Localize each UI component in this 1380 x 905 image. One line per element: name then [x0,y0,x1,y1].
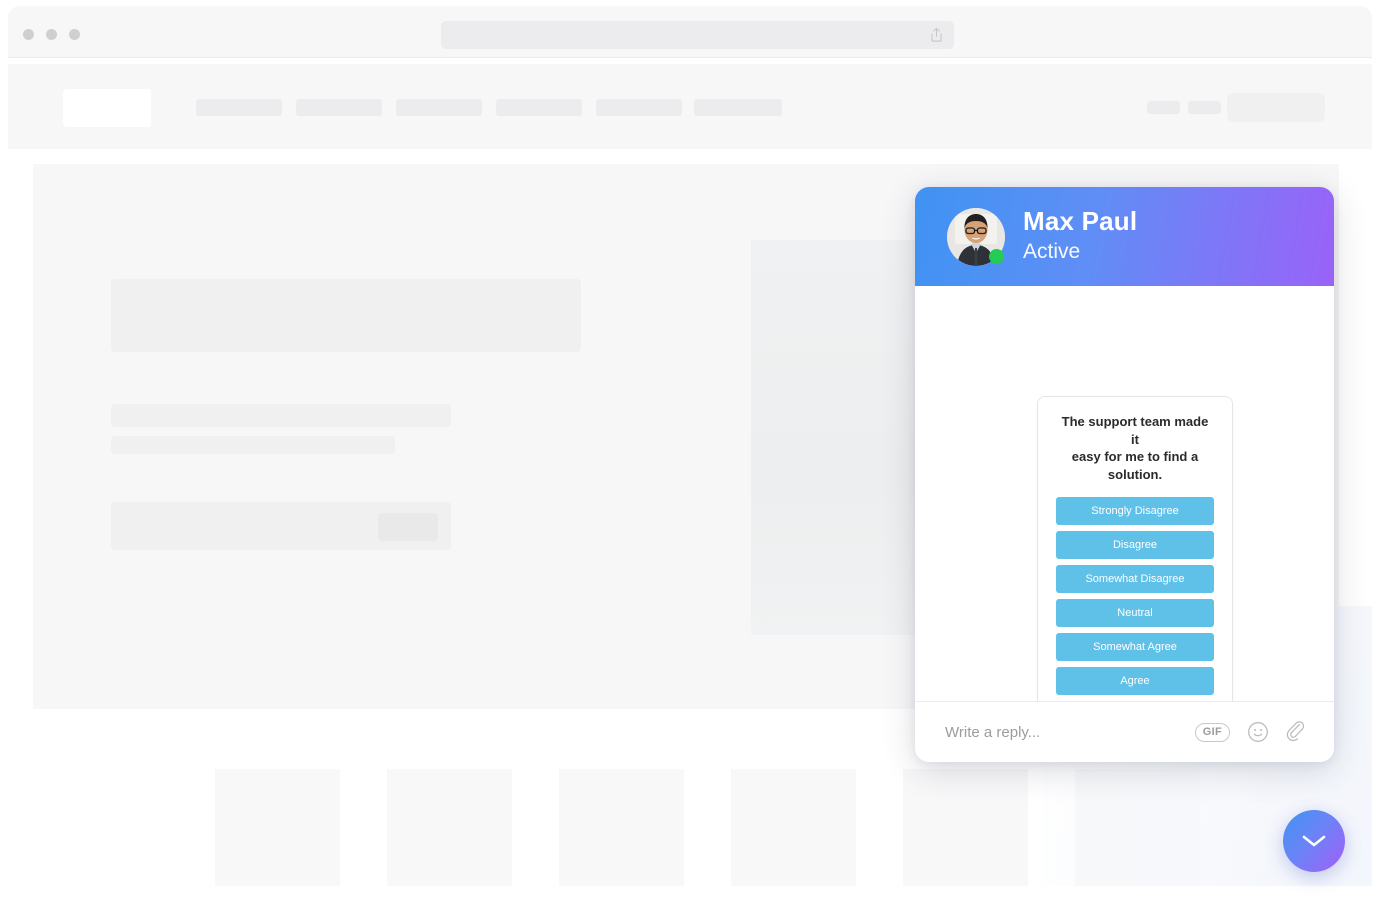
likert-option-neutral[interactable]: Neutral [1056,599,1214,628]
url-bar[interactable] [441,21,954,49]
online-status-dot [989,248,1004,264]
screenshot-root: Max Paul Active The support team made it… [0,0,1380,905]
likert-option-strongly-disagree[interactable]: Strongly Disagree [1056,497,1214,526]
gif-button[interactable]: GIF [1194,722,1230,742]
nav-utility-1[interactable] [1147,101,1180,114]
skeleton-card-4 [731,769,856,886]
site-navigation [8,64,1372,149]
emoji-smiley-icon[interactable] [1247,721,1269,743]
skeleton-card-6 [1075,769,1200,886]
reply-input[interactable]: Write a reply... [945,724,1195,741]
minimize-dot[interactable] [46,29,57,40]
nav-item-4[interactable] [496,99,582,116]
messenger-launcher-button[interactable] [1283,810,1345,872]
site-logo[interactable] [63,89,151,127]
chevron-down-icon [1302,835,1326,847]
skeleton-input-field[interactable] [111,502,451,550]
close-dot[interactable] [23,29,34,40]
skeleton-text-line-1 [111,404,451,427]
survey-question-line-2: easy for me to find a solution. [1071,449,1199,482]
intercom-messenger: Max Paul Active The support team made it… [915,187,1334,762]
likert-option-disagree[interactable]: Disagree [1056,531,1214,560]
skeleton-submit-button[interactable] [378,513,438,541]
skeleton-card-2 [387,769,512,886]
messenger-composer: Write a reply... GIF [915,701,1334,762]
messenger-header: Max Paul Active [915,187,1334,286]
paperclip-icon[interactable] [1286,720,1308,744]
survey-card: The support team made it easy for me to … [1037,396,1233,701]
share-upload-icon[interactable] [929,27,944,43]
survey-question-line-1: The support team made it [1061,414,1209,447]
nav-item-5[interactable] [596,99,682,116]
skeleton-hero-block [111,279,581,352]
card-row [8,769,1372,886]
nav-item-3[interactable] [396,99,482,116]
skeleton-text-line-2 [111,436,395,454]
likert-option-somewhat-disagree[interactable]: Somewhat Disagree [1056,565,1214,594]
skeleton-card-3 [559,769,684,886]
agent-name: Max Paul [1023,206,1138,237]
nav-item-6[interactable] [694,99,782,116]
nav-item-1[interactable] [196,99,282,116]
agent-status: Active [1023,240,1081,264]
messenger-conversation: The support team made it easy for me to … [915,286,1334,701]
likert-option-somewhat-agree[interactable]: Somewhat Agree [1056,633,1214,662]
window-controls[interactable] [23,29,80,40]
zoom-dot[interactable] [69,29,80,40]
skeleton-card-5 [903,769,1028,886]
avatar [947,207,1005,266]
nav-item-2[interactable] [296,99,382,116]
survey-question: The support team made it easy for me to … [1056,413,1214,483]
nav-utility-2[interactable] [1188,101,1221,114]
nav-cta-button[interactable] [1227,93,1325,122]
skeleton-card-1 [215,769,340,886]
browser-chrome [8,6,1372,58]
likert-option-agree[interactable]: Agree [1056,667,1214,696]
